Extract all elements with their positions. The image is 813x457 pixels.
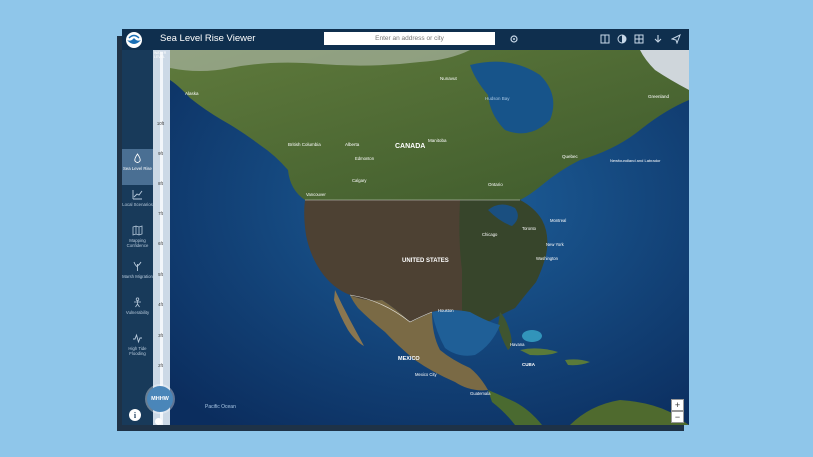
map-label-bc: British Columbia — [288, 142, 321, 147]
noaa-logo-icon — [126, 32, 142, 48]
map-label-toronto: Toronto — [522, 226, 537, 231]
map-label-nunavut: Nunavut — [440, 76, 458, 81]
map-label-montreal: Montreal — [550, 218, 566, 223]
person-icon — [134, 297, 141, 308]
map-canvas[interactable]: CANADA UNITED STATES MEXICO CUBA Pacific… — [170, 50, 689, 425]
tick-label: 3ft — [158, 333, 163, 338]
map-label-alaska: Alaska — [185, 91, 199, 96]
search-input[interactable] — [324, 32, 495, 45]
download-icon[interactable] — [653, 34, 663, 44]
map-label-united-states: UNITED STATES — [402, 258, 449, 264]
layers-icon[interactable] — [600, 34, 610, 44]
grid-icon[interactable] — [634, 34, 644, 44]
tide-wave-icon — [133, 333, 142, 344]
nav-label: Local Scenarios — [122, 202, 153, 207]
map-label-manitoba: Manitoba — [428, 138, 447, 143]
nav-label: Mapping Confidence — [126, 238, 149, 248]
tick-label: 7ft — [158, 211, 163, 216]
tick-label: 2ft — [158, 363, 163, 368]
map-label-chicago: Chicago — [482, 232, 498, 237]
nav-label: Vulnerability — [125, 310, 150, 315]
map-label-hudson: Hudson Bay — [485, 96, 510, 101]
map-label-new-york: New York — [546, 242, 565, 247]
tick-label: 6ft — [158, 241, 163, 246]
nav-sea-level-rise[interactable]: Sea Level Rise — [122, 149, 153, 185]
slider-title: WATER LEVEL — [154, 51, 167, 59]
top-bar: Sea Level Rise Viewer — [122, 29, 689, 50]
water-drop-icon — [134, 153, 141, 163]
slider-track — [160, 52, 163, 425]
nav-local-scenarios[interactable]: Local Scenarios — [122, 185, 153, 221]
map-label-havana: Havana — [510, 342, 525, 347]
water-level-slider[interactable]: WATER LEVEL 10ft 9ft 8ft 7ft 6ft 5ft 4ft… — [153, 50, 170, 425]
tick-label: 9ft — [158, 151, 163, 156]
satellite-map[interactable]: CANADA UNITED STATES MEXICO CUBA Pacific… — [170, 50, 689, 425]
app-title: Sea Level Rise Viewer — [160, 33, 256, 44]
marsh-plant-icon — [133, 261, 142, 271]
map-label-vancouver: Vancouver — [306, 192, 326, 197]
nav-mapping-confidence[interactable]: Mapping Confidence — [122, 221, 153, 257]
nav-label: High Tide Flooding — [128, 346, 147, 356]
contrast-icon[interactable] — [617, 34, 627, 44]
zoom-out-button[interactable]: − — [671, 411, 684, 423]
map-label-greenland: Greenland — [648, 94, 670, 99]
map-label-pacific: Pacific Ocean — [205, 404, 236, 410]
nav-marsh-migration[interactable]: Marsh Migration — [122, 257, 153, 293]
info-button[interactable]: i — [129, 409, 141, 421]
tick-label: 10ft — [156, 121, 165, 126]
map-label-guatemala: Guatemala — [470, 391, 491, 396]
map-label-ontario: Ontario — [488, 182, 503, 187]
nav-vulnerability[interactable]: Vulnerability — [122, 293, 153, 329]
nav-high-tide-flooding[interactable]: High Tide Flooding — [122, 329, 153, 365]
map-label-edmonton: Edmonton — [355, 156, 375, 161]
map-label-washington: Washington — [536, 256, 559, 261]
map-label-canada: CANADA — [395, 143, 425, 150]
nav-label: Marsh Migration — [122, 274, 153, 279]
datum-mhhw-button[interactable]: MHHW — [147, 386, 173, 412]
tick-label: 5ft — [158, 272, 163, 277]
app-window: Sea Level Rise Viewer Enter an address o… — [122, 29, 689, 425]
map-label-mexico: MEXICO — [398, 356, 420, 362]
map-label-calgary: Calgary — [352, 178, 367, 183]
map-label-houston: Houston — [438, 308, 454, 313]
map-label-cuba: CUBA — [522, 362, 536, 367]
map-icon — [132, 225, 143, 236]
map-label-mexico-city: Mexico City — [415, 372, 438, 377]
settings-icon[interactable] — [509, 34, 519, 44]
chart-icon — [132, 190, 143, 200]
sidebar: Sea Level Rise Local Scenarios Mapping C… — [122, 50, 153, 425]
nav-label: Sea Level Rise — [123, 166, 152, 171]
zoom-in-button[interactable]: + — [671, 399, 684, 411]
map-label-newfoundland: Newfoundland and Labrador — [610, 158, 661, 163]
map-label-alberta: Alberta — [345, 142, 360, 147]
tick-label: 4ft — [158, 302, 163, 307]
tick-label: 8ft — [158, 181, 163, 186]
share-icon[interactable] — [671, 34, 681, 44]
map-label-quebec: Quebec — [562, 154, 579, 159]
bahamas-shallows — [522, 330, 542, 342]
slider-handle[interactable] — [155, 418, 162, 425]
